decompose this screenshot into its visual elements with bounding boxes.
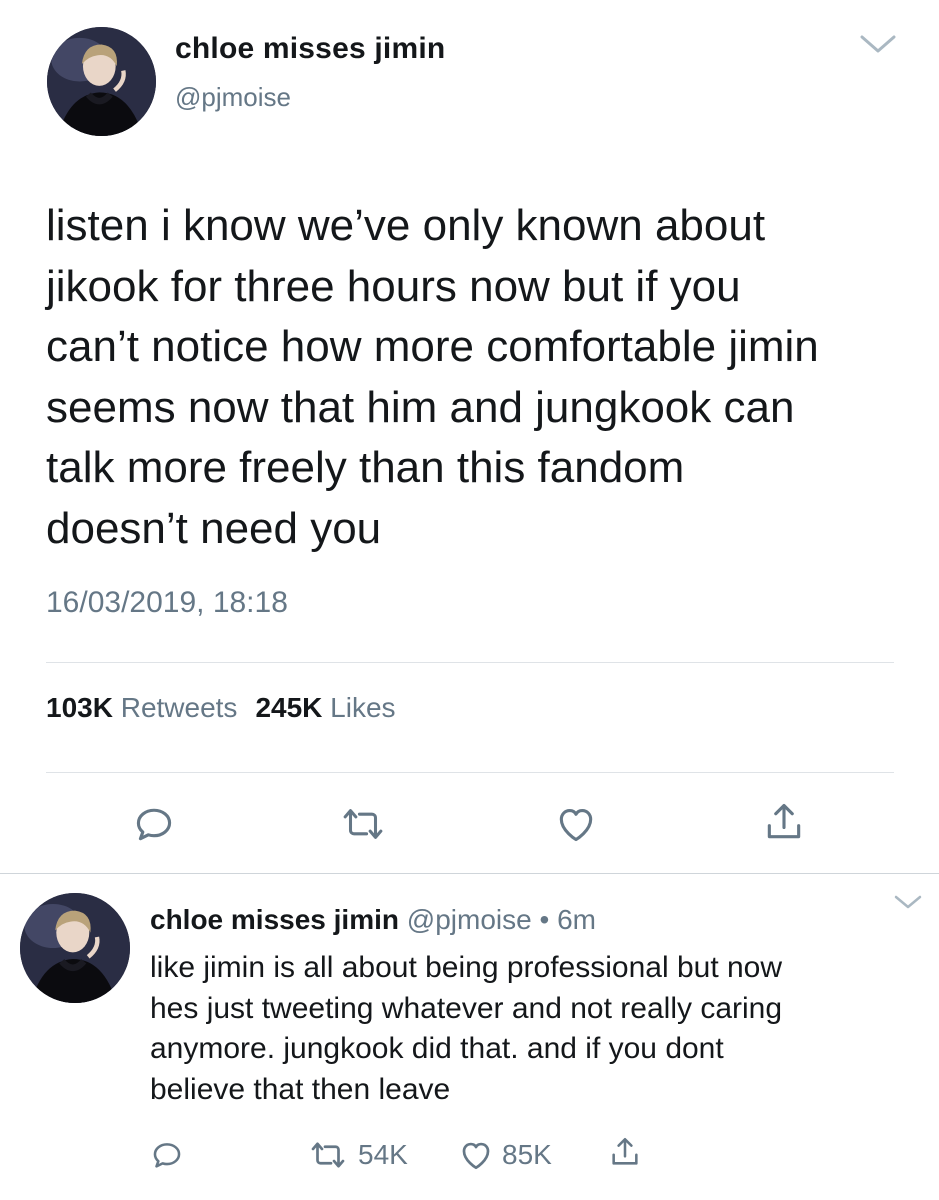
engagement-stats: 103K Retweets 245K Likes [46,692,396,724]
share-button[interactable] [762,800,806,844]
like-icon [559,809,593,842]
reply-display-name[interactable]: chloe misses jimin [150,904,399,935]
reply-icon [136,808,172,841]
reply-retweet-button[interactable]: 54K [306,1137,408,1173]
like-stat[interactable]: 245K Likes [255,692,395,723]
tweet-text: listen i know we’ve only known about jik… [46,201,819,553]
reply-button[interactable] [132,802,176,846]
reply-separator-dot: • [539,904,550,935]
reply-text: like jimin is all about being profession… [150,951,783,1106]
reply-like-count: 85K [502,1139,552,1170]
reply-reply-button[interactable] [150,1137,184,1173]
like-icon [462,1142,490,1170]
reply-avatar[interactable] [20,893,130,1003]
reply-handle[interactable]: @pjmoise [407,904,532,935]
like-button[interactable] [554,802,598,846]
chevron-down-icon[interactable] [858,32,898,56]
reply-retweet-count: 54K [358,1139,408,1170]
chevron-down-icon[interactable] [893,893,923,911]
retweet-stat[interactable]: 103K Retweets [46,692,237,723]
retweet-label: Retweets [120,692,238,723]
share-icon [767,803,801,839]
retweet-icon [343,809,383,839]
like-label: Likes [330,692,396,723]
avatar-photo-icon [20,893,130,1003]
tweet-screenshot: chloe misses jimin @pjmoise listen i kno… [0,0,939,1200]
divider [46,662,894,663]
main-avatar[interactable] [47,27,156,136]
reply-like-button[interactable]: 85K [458,1137,552,1173]
like-count: 245K [255,692,323,723]
reply-icon [153,1143,181,1168]
divider [46,772,894,773]
avatar-photo-icon [47,27,156,136]
retweet-count: 103K [46,692,113,723]
share-icon [612,1137,638,1165]
reply-share-button[interactable] [608,1134,642,1170]
main-tweet: chloe misses jimin @pjmoise listen i kno… [0,0,939,873]
retweet-icon [311,1142,345,1168]
tweet-separator [0,873,939,874]
reply-header: chloe misses jimin @pjmoise • 6m [150,904,596,936]
tweet-timestamp[interactable]: 16/03/2019, 18:18 [46,586,288,620]
reply-time[interactable]: 6m [557,904,596,935]
retweet-button[interactable] [338,802,388,846]
handle[interactable]: @pjmoise [175,82,291,113]
display-name[interactable]: chloe misses jimin [175,32,445,66]
